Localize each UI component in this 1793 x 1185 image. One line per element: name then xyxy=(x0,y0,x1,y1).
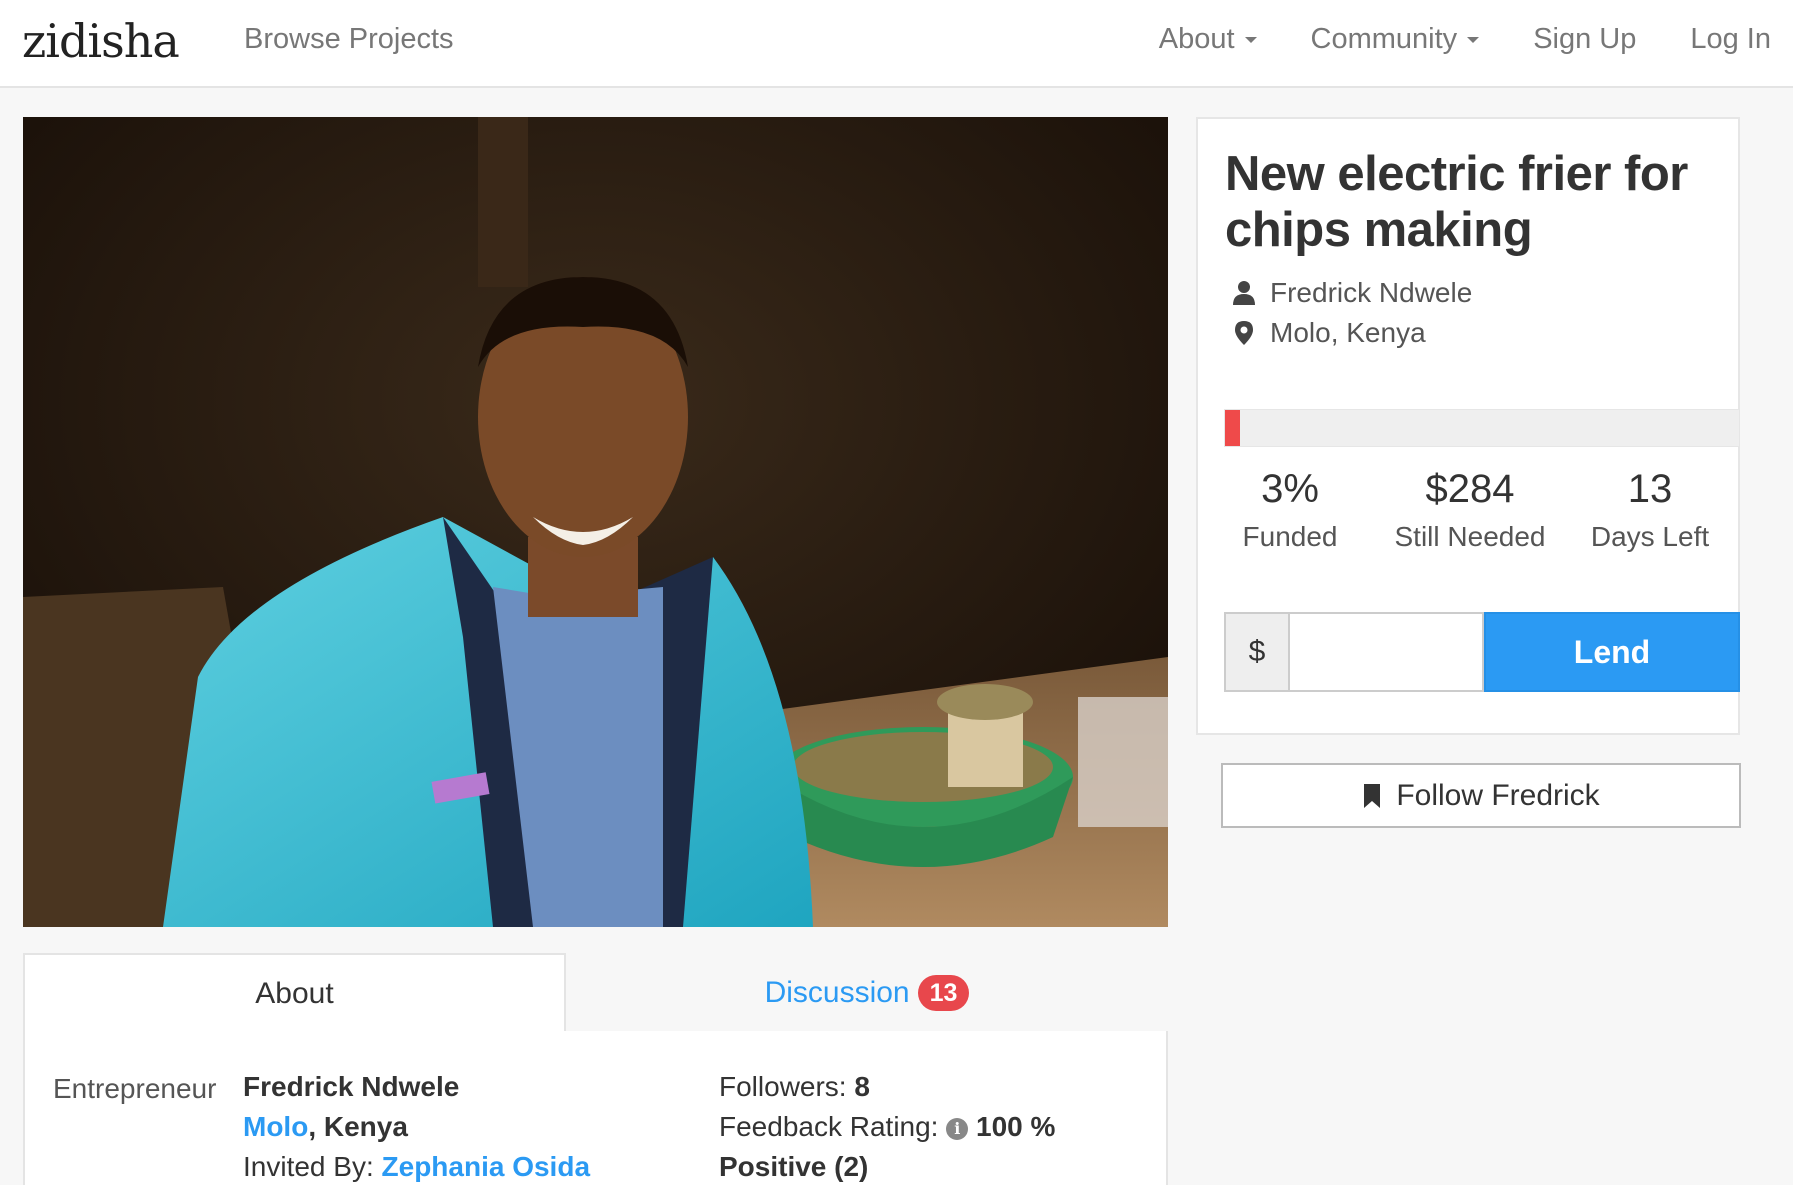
feedback-value: 100 % xyxy=(976,1111,1056,1142)
feedback-label: Feedback Rating: xyxy=(719,1111,947,1142)
funding-progress-fill xyxy=(1225,410,1241,446)
bookmark-icon xyxy=(1364,783,1381,808)
country-text: , Kenya xyxy=(308,1111,408,1142)
nav-community-dropdown[interactable]: Community xyxy=(1311,23,1480,56)
funding-progress-bar xyxy=(1224,409,1740,447)
invited-by-link[interactable]: Zephania Osida xyxy=(382,1151,591,1182)
entrepreneur-label: Entrepreneur xyxy=(53,1073,217,1104)
nav-about-label: About xyxy=(1158,23,1235,55)
loan-summary-card: New electric frier for chips making Fred… xyxy=(1196,117,1740,735)
feedback-positive: Positive (2) xyxy=(719,1151,869,1182)
stat-funded: 3% Funded xyxy=(1200,465,1380,561)
map-marker-icon xyxy=(1235,321,1253,345)
tab-discussion[interactable]: Discussion 13 xyxy=(566,953,1168,1033)
currency-addon: $ xyxy=(1224,612,1288,692)
lend-amount-input[interactable] xyxy=(1288,612,1484,692)
borrower-name-row: Fredrick Ndwele xyxy=(1232,277,1472,309)
stat-still-needed: $284 Still Needed xyxy=(1380,465,1560,561)
top-navbar: zidisha Browse Projects About Community … xyxy=(0,0,1793,88)
followers-label: Followers: xyxy=(719,1071,855,1102)
entrepreneur-name: Fredrick Ndwele xyxy=(243,1071,460,1102)
invited-by-label: Invited By: xyxy=(243,1151,382,1182)
nav-sign-up[interactable]: Sign Up xyxy=(1533,23,1636,56)
lend-button[interactable]: Lend xyxy=(1484,612,1740,692)
nav-right-menu: About Community Sign Up Log In xyxy=(1159,23,1771,56)
stat-still-needed-label: Still Needed xyxy=(1394,521,1546,552)
nav-log-in[interactable]: Log In xyxy=(1690,23,1771,56)
lend-form: $ Lend xyxy=(1224,612,1740,692)
caret-down-icon xyxy=(1244,37,1257,44)
follow-button[interactable]: Follow Fredrick xyxy=(1221,763,1741,828)
tab-discussion-label: Discussion xyxy=(764,976,910,1009)
stat-funded-value: 3% xyxy=(1261,467,1319,511)
about-panel: Entrepreneur Fredrick Ndwele Molo, Kenya… xyxy=(23,1031,1168,1185)
borrower-stats: Followers: 8 Feedback Rating: i 100 % Po… xyxy=(719,1067,1055,1185)
nav-community-label: Community xyxy=(1310,23,1458,55)
follow-button-label: Follow Fredrick xyxy=(1396,778,1600,812)
tab-about[interactable]: About xyxy=(23,953,566,1033)
entrepreneur-details: Fredrick Ndwele Molo, Kenya Invited By: … xyxy=(243,1067,590,1185)
stat-funded-label: Funded xyxy=(1242,521,1338,552)
nav-browse-projects[interactable]: Browse Projects xyxy=(244,23,454,56)
city-link[interactable]: Molo xyxy=(243,1111,308,1142)
zidisha-logo[interactable]: zidisha xyxy=(22,14,180,68)
stat-days-left-label: Days Left xyxy=(1590,521,1710,552)
borrower-photo-illustration xyxy=(23,117,1168,927)
stat-days-left: 13 Days Left xyxy=(1560,465,1740,561)
stat-days-left-value: 13 xyxy=(1627,467,1673,511)
borrower-location: Molo, Kenya xyxy=(1270,317,1426,348)
borrower-name: Fredrick Ndwele xyxy=(1270,277,1473,308)
info-icon[interactable]: i xyxy=(946,1117,969,1140)
borrower-location-row: Molo, Kenya xyxy=(1232,317,1426,349)
nav-about-dropdown[interactable]: About xyxy=(1159,23,1257,56)
discussion-count-badge: 13 xyxy=(917,975,970,1011)
user-icon xyxy=(1233,281,1255,305)
loan-title: New electric frier for chips making xyxy=(1225,147,1688,257)
borrower-photo xyxy=(23,117,1168,927)
followers-count: 8 xyxy=(854,1071,870,1102)
caret-down-icon xyxy=(1467,37,1480,44)
stat-still-needed-value: $284 xyxy=(1425,467,1515,511)
